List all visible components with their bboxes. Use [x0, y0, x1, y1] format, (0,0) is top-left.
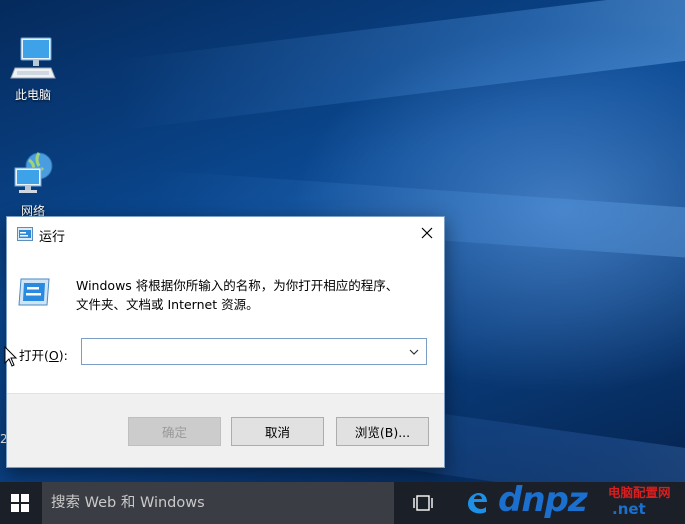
- open-label-suffix: ):: [58, 348, 68, 363]
- ok-button[interactable]: 确定: [128, 417, 221, 446]
- browse-button[interactable]: 浏览(B)...: [336, 417, 429, 446]
- edge-browser-button[interactable]: [462, 488, 492, 518]
- site-watermark: dnpz 电脑配置网 .net: [498, 478, 685, 524]
- watermark-cn: 电脑配置网: [608, 485, 671, 500]
- description-line: Windows 将根据你所输入的名称，为你打开相应的程序、: [76, 278, 399, 293]
- close-button[interactable]: [410, 217, 444, 249]
- start-button[interactable]: [0, 482, 40, 524]
- desktop-icon-this-pc[interactable]: 此电脑: [0, 34, 66, 103]
- wallpaper-light-beam: [115, 0, 685, 130]
- dialog-description: Windows 将根据你所输入的名称，为你打开相应的程序、 文件夹、文档或 In…: [76, 276, 426, 314]
- open-label-prefix: 打开(: [19, 348, 49, 363]
- dialog-title: 运行: [39, 230, 66, 245]
- watermark-brand: dnpz: [498, 480, 588, 520]
- cancel-button[interactable]: 取消: [231, 417, 324, 446]
- chevron-down-icon: [409, 349, 419, 355]
- run-icon: [17, 227, 33, 241]
- task-view-icon: [413, 495, 433, 511]
- run-dialog: 运行 Windows 将根据你所输入的名称，为你打开相应的程序、 文件夹、文档或…: [6, 216, 445, 468]
- watermark-domain: .net: [612, 500, 646, 518]
- run-large-icon: [18, 278, 50, 306]
- open-label-accesskey: O: [48, 348, 59, 363]
- mouse-cursor-icon: [4, 346, 18, 367]
- windows-logo-icon: [11, 494, 29, 512]
- network-icon: [14, 152, 53, 193]
- computer-icon: [10, 37, 56, 79]
- desktop-icon-label: 此电脑: [14, 88, 51, 102]
- open-label: 打开(O):: [19, 345, 68, 364]
- search-box[interactable]: 搜索 Web 和 Windows: [42, 482, 394, 524]
- edge-icon: [468, 493, 487, 514]
- description-line: 文件夹、文档或 Internet 资源。: [76, 297, 259, 312]
- open-input[interactable]: [82, 339, 414, 364]
- open-combobox[interactable]: [81, 338, 427, 365]
- dialog-titlebar[interactable]: 运行: [7, 217, 444, 251]
- dropdown-button[interactable]: [404, 341, 424, 362]
- desktop-icon-network[interactable]: 网络: [0, 150, 66, 219]
- close-icon: [421, 227, 433, 239]
- task-view-button[interactable]: [408, 482, 438, 524]
